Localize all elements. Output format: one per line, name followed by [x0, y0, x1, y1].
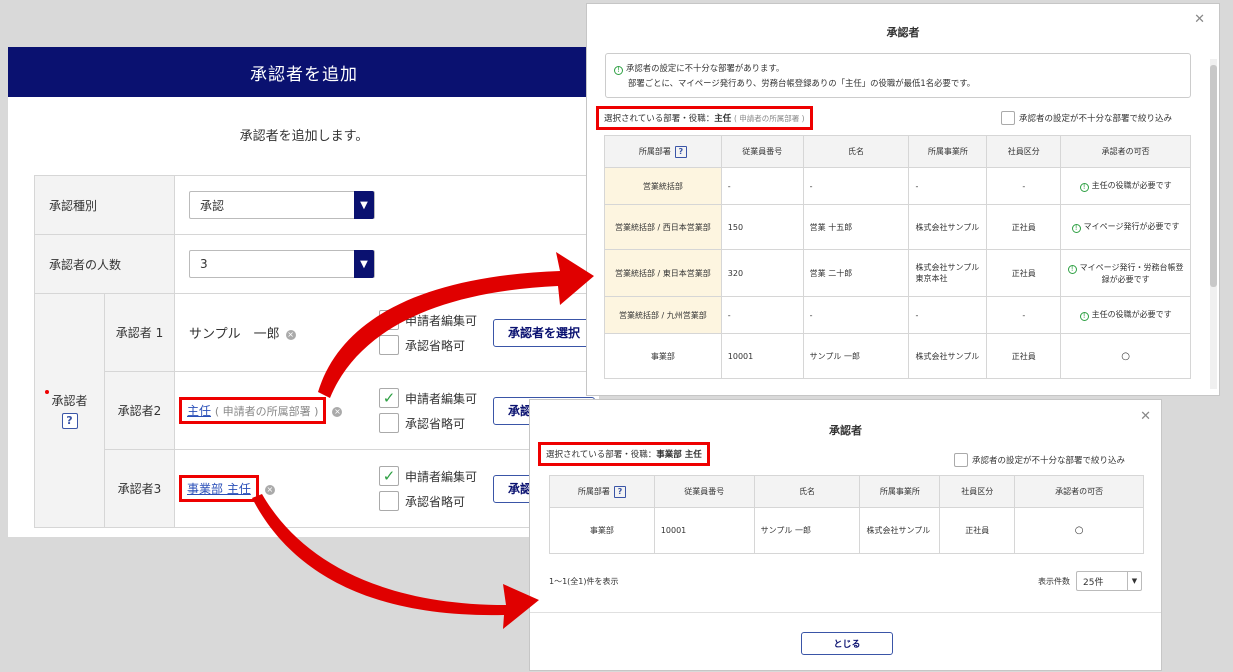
modal-title: 承認者: [886, 26, 920, 39]
help-icon[interactable]: ?: [674, 145, 687, 158]
table-row[interactable]: 営業統括部 / 九州営業部 - - - - ! 主任の役職が必要です: [604, 296, 1191, 334]
close-button[interactable]: とじる: [801, 632, 893, 655]
close-icon[interactable]: ✕: [1140, 409, 1151, 424]
col-dept: 所属部署?: [549, 475, 655, 508]
approver-group-label: 承認者 ?: [34, 293, 105, 528]
approver-1-name: サンプル 一郎: [189, 327, 280, 342]
approver-2-skippable-checkbox[interactable]: [379, 413, 399, 433]
filter-checkbox[interactable]: [954, 453, 968, 467]
table-row[interactable]: 営業統括部 / 西日本営業部 150 営業 十五郎 株式会社サンプル 正社員 !…: [604, 204, 1191, 250]
help-icon[interactable]: ?: [61, 413, 78, 429]
col-status: 承認者の可否: [1060, 135, 1191, 168]
clear-icon[interactable]: ×: [264, 484, 275, 495]
col-dept: 所属部署?: [604, 135, 722, 168]
per-page-select[interactable]: 25件 ▼: [1076, 571, 1142, 591]
approver-2-editable-checkbox[interactable]: ✓: [379, 388, 399, 408]
approval-type-label: 承認種別: [34, 175, 175, 235]
approver-2-link[interactable]: 主任: [187, 404, 211, 418]
info-circle-icon: !: [1079, 312, 1089, 321]
approver-table: 所属部署? 従業員番号 氏名 所属事業所 社員区分 承認者の可否 事業部 100…: [549, 475, 1144, 554]
filter-insufficient[interactable]: 承認者の設定が不十分な部署で絞り込み: [1001, 111, 1172, 125]
chevron-down-icon: ▼: [354, 250, 374, 278]
approver-modal-2: 承認者 ✕ 選択されている部署・役職：事業部 主任 承認者の設定が不十分な部署で…: [529, 399, 1162, 671]
info-circle-icon: !: [1067, 264, 1077, 274]
clear-icon[interactable]: ×: [332, 406, 343, 417]
add-approver-panel: 承認者を追加 承認者を追加します。 承認種別 承認 ▼ 承認者の人数 3 ▼ 承…: [8, 47, 600, 537]
close-icon[interactable]: ✕: [1194, 12, 1205, 27]
col-office: 所属事業所: [859, 475, 941, 508]
filter-checkbox[interactable]: [1001, 111, 1015, 125]
col-office: 所属事業所: [908, 135, 988, 168]
chevron-down-icon: ▼: [354, 191, 374, 219]
info-circle-icon: !: [1071, 224, 1081, 233]
select-approver-1-button[interactable]: 承認者を選択: [493, 318, 596, 347]
approver-3-skippable-checkbox[interactable]: [379, 491, 399, 511]
table-row[interactable]: 事業部 10001 サンプル 一郎 株式会社サンプル 正社員 ○: [549, 507, 1144, 554]
selected-dept-position: 選択されている部署・役職：事業部 主任: [538, 442, 710, 466]
per-page: 表示件数 25件 ▼: [1038, 571, 1142, 591]
settings-notice: ! 承認者の設定に不十分な部署があります。 部署ごとに、マイページ発行あり、労務台…: [605, 53, 1191, 98]
approver-count-label: 承認者の人数: [34, 234, 175, 294]
approver-2-label: 承認者2: [104, 371, 175, 450]
page-title: 承認者を追加: [8, 47, 600, 97]
approval-type-select[interactable]: 承認 ▼: [189, 191, 375, 219]
help-icon[interactable]: ?: [613, 485, 626, 498]
filter-insufficient[interactable]: 承認者の設定が不十分な部署で絞り込み: [954, 453, 1125, 467]
col-status: 承認者の可否: [1014, 475, 1144, 508]
table-row[interactable]: 事業部 10001 サンプル 一郎 株式会社サンプル 正社員 ○: [604, 333, 1191, 379]
approver-1-editable-checkbox[interactable]: ✓: [379, 310, 399, 330]
clear-icon[interactable]: ×: [285, 329, 296, 340]
approver-3-editable-checkbox[interactable]: ✓: [379, 466, 399, 486]
col-name: 氏名: [753, 475, 861, 508]
footer-divider: [530, 612, 1161, 613]
required-mark: [45, 390, 49, 394]
col-type: 社員区分: [939, 475, 1016, 508]
approver-form-table: 承認種別 承認 ▼ 承認者の人数 3 ▼ 承認者 ? 承認者 1 サンプル 一郎…: [34, 175, 600, 528]
approver-modal-1: 承認者 ✕ ! 承認者の設定に不十分な部署があります。 部署ごとに、マイページ発行…: [586, 3, 1220, 396]
approver-3-link[interactable]: 事業部 主任: [187, 482, 251, 496]
selected-dept-position: 選択されている部署・役職：主任 ( 申請者の所属部署 ): [596, 106, 813, 130]
table-row[interactable]: 営業統括部 - - - - ! 主任の役職が必要です: [604, 167, 1191, 205]
table-row[interactable]: 営業統括部 / 東日本営業部 320 営業 二十郎 株式会社サンプル 東京本社 …: [604, 249, 1191, 297]
approver-3-highlight: 事業部 主任: [179, 475, 259, 502]
approver-table: 所属部署? 従業員番号 氏名 所属事業所 社員区分 承認者の可否 営業統括部 -…: [604, 135, 1191, 379]
page-subtitle: 承認者を追加します。: [239, 129, 369, 144]
chevron-down-icon: ▼: [1127, 572, 1141, 590]
col-emp-no: 従業員番号: [720, 135, 804, 168]
scrollbar-thumb[interactable]: [1210, 65, 1217, 287]
col-name: 氏名: [802, 135, 910, 168]
approver-1-label: 承認者 1: [104, 293, 175, 372]
approver-3-label: 承認者3: [104, 449, 175, 528]
approver-count-select[interactable]: 3 ▼: [189, 250, 375, 278]
col-emp-no: 従業員番号: [653, 475, 755, 508]
page-info: 1〜1(全1)件を表示: [549, 577, 619, 586]
modal-title: 承認者: [829, 424, 862, 437]
col-type: 社員区分: [986, 135, 1062, 168]
info-circle-icon: !: [1079, 183, 1089, 192]
approver-1-skippable-checkbox[interactable]: [379, 335, 399, 355]
info-circle-icon: !: [614, 66, 623, 75]
approver-2-highlight: 主任 ( 申請者の所属部署 ): [179, 397, 327, 424]
scrollbar[interactable]: [1210, 59, 1217, 389]
